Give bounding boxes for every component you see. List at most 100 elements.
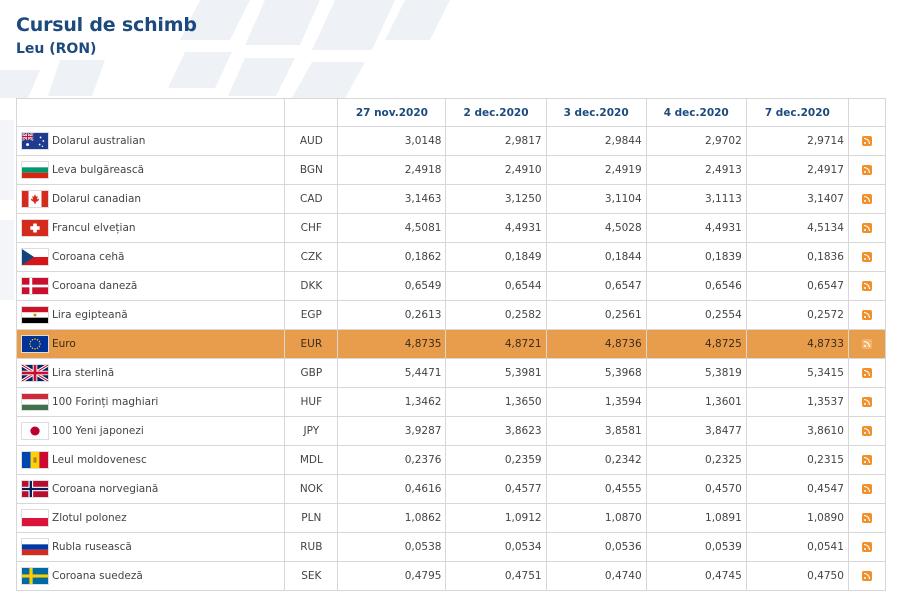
table-row: Leul moldovenesc MDL 0,2376 0,2359 0,2342 0,2… — [15, 445, 887, 475]
rate-value: 0,2342 — [545, 445, 647, 475]
flag-icon — [21, 393, 49, 411]
currency-name: Dolarul australian — [52, 135, 146, 147]
exchange-rate-table: 27 nov.2020 2 dec.2020 3 dec.2020 4 dec.… — [15, 98, 887, 591]
rss-link[interactable] — [847, 445, 887, 475]
table-row: Zlotul polonez PLN 1,0862 1,0912 1,0870 1,089… — [15, 503, 887, 533]
currency-name-cell: Coroana norvegiană — [15, 474, 286, 504]
rss-icon[interactable] — [861, 426, 872, 436]
currency-code: EGP — [284, 300, 339, 330]
rate-value: 0,4570 — [645, 474, 747, 504]
header-currency — [15, 98, 286, 127]
rss-icon[interactable] — [861, 368, 872, 378]
rss-icon[interactable] — [861, 136, 872, 146]
rate-value: 4,5028 — [545, 213, 647, 243]
header-date: 2 dec.2020 — [445, 98, 547, 127]
flag-icon — [21, 451, 49, 469]
rate-value: 0,1836 — [745, 242, 849, 272]
header-date: 7 dec.2020 — [745, 98, 849, 127]
flag-icon — [21, 364, 49, 382]
header-rss — [847, 98, 887, 127]
currency-code: CAD — [284, 184, 339, 214]
rate-value: 2,9702 — [645, 126, 747, 156]
table-row: 100 Yeni japonezi JPY 3,9287 3,8623 3,8581 3,… — [15, 416, 887, 446]
rss-link[interactable] — [847, 329, 887, 359]
rate-value: 0,2554 — [645, 300, 747, 330]
currency-name: Coroana suedeză — [52, 570, 143, 582]
currency-code: BGN — [284, 155, 339, 185]
rss-icon[interactable] — [861, 310, 872, 320]
rss-icon[interactable] — [861, 165, 872, 175]
currency-name-cell: Rubla rusească — [15, 532, 286, 562]
rate-value: 0,2315 — [745, 445, 849, 475]
rate-value: 0,2359 — [445, 445, 547, 475]
rate-value: 0,2582 — [445, 300, 547, 330]
currency-code: MDL — [284, 445, 339, 475]
table-header-row: 27 nov.2020 2 dec.2020 3 dec.2020 4 dec.… — [15, 98, 887, 127]
table-row: Rubla rusească RUB 0,0538 0,0534 0,0536 0,053… — [15, 532, 887, 562]
currency-name-cell: Francul elvețian — [15, 213, 286, 243]
rate-value: 0,4616 — [337, 474, 447, 504]
rate-value: 4,4931 — [445, 213, 547, 243]
rss-link[interactable] — [847, 213, 887, 243]
rss-link[interactable] — [847, 126, 887, 156]
table-row: 100 Forinți maghiari HUF 1,3462 1,3650 1,359… — [15, 387, 887, 417]
rate-value: 0,2613 — [337, 300, 447, 330]
rate-value: 0,6546 — [645, 271, 747, 301]
currency-name: Lira sterlină — [52, 367, 115, 379]
currency-name-cell: Euro — [15, 329, 286, 359]
currency-name: Dolarul canadian — [52, 193, 142, 205]
rss-link[interactable] — [847, 561, 887, 591]
flag-icon — [21, 335, 49, 353]
rate-value: 1,0890 — [745, 503, 849, 533]
rss-link[interactable] — [847, 416, 887, 446]
currency-name: Lira egipteană — [52, 309, 128, 321]
flag-icon — [21, 538, 49, 556]
currency-name: Rubla rusească — [52, 541, 132, 553]
currency-name: Zlotul polonez — [52, 512, 127, 524]
rss-icon[interactable] — [861, 339, 872, 349]
rate-value: 0,4795 — [337, 561, 447, 591]
rss-link[interactable] — [847, 300, 887, 330]
rss-icon[interactable] — [861, 484, 872, 494]
currency-code: HUF — [284, 387, 339, 417]
flag-icon — [21, 480, 49, 498]
rate-value: 2,4918 — [337, 155, 447, 185]
flag-icon — [21, 219, 49, 237]
rss-icon[interactable] — [861, 571, 872, 581]
currency-code: JPY — [284, 416, 339, 446]
rate-value: 4,4931 — [645, 213, 747, 243]
rate-value: 1,0870 — [545, 503, 647, 533]
rss-icon[interactable] — [861, 223, 872, 233]
flag-icon — [21, 190, 49, 208]
rss-link[interactable] — [847, 474, 887, 504]
rss-icon[interactable] — [861, 252, 872, 262]
rss-icon[interactable] — [861, 397, 872, 407]
rss-link[interactable] — [847, 184, 887, 214]
page-header: Cursul de schimb Leu (RON) — [16, 13, 197, 58]
rss-icon[interactable] — [861, 542, 872, 552]
flag-icon — [21, 567, 49, 585]
rss-icon[interactable] — [861, 513, 872, 523]
rss-link[interactable] — [847, 271, 887, 301]
table-row: Coroana suedeză SEK 0,4795 0,4751 0,4740 0,47… — [15, 561, 887, 591]
flag-icon — [21, 306, 49, 324]
rate-value: 0,1849 — [445, 242, 547, 272]
rss-link[interactable] — [847, 358, 887, 388]
currency-name: 100 Yeni japonezi — [52, 425, 144, 437]
currency-code: PLN — [284, 503, 339, 533]
rss-link[interactable] — [847, 532, 887, 562]
rate-value: 4,8733 — [745, 329, 849, 359]
rate-value: 3,0148 — [337, 126, 447, 156]
rss-icon[interactable] — [861, 455, 872, 465]
rss-link[interactable] — [847, 503, 887, 533]
rss-link[interactable] — [847, 387, 887, 417]
rss-link[interactable] — [847, 242, 887, 272]
currency-name: 100 Forinți maghiari — [52, 396, 159, 408]
rss-icon[interactable] — [861, 194, 872, 204]
rss-icon[interactable] — [861, 281, 872, 291]
currency-name-cell: Zlotul polonez — [15, 503, 286, 533]
header-date: 27 nov.2020 — [337, 98, 447, 127]
rate-value: 1,3601 — [645, 387, 747, 417]
rss-link[interactable] — [847, 155, 887, 185]
flag-icon — [21, 277, 49, 295]
